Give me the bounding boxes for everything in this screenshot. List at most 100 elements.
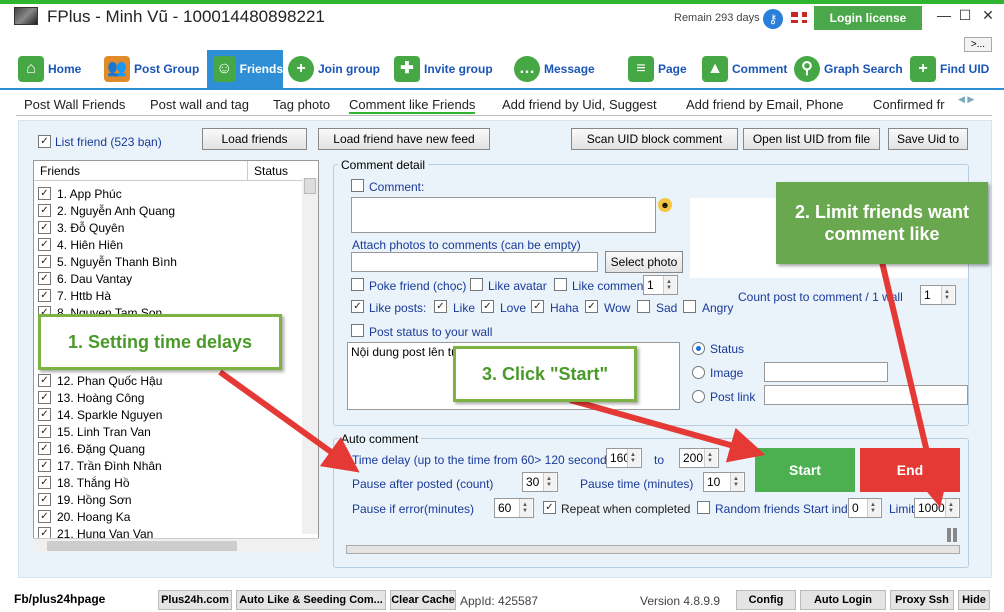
nav-find-uid[interactable]: + Find UID: [910, 50, 989, 88]
tab-comment-like-friends[interactable]: Comment like Friends: [349, 97, 476, 114]
nav-message[interactable]: … Message: [514, 50, 595, 88]
comment-checkbox[interactable]: [351, 179, 364, 192]
nav-friends[interactable]: ☺ Friends: [207, 50, 283, 88]
friend-checkbox[interactable]: ✓: [38, 391, 51, 404]
nav-graph-search[interactable]: ⚲ Graph Search: [794, 50, 903, 88]
tab-post-wall-friends[interactable]: Post Wall Friends: [24, 97, 125, 112]
count-post-spinner[interactable]: 1: [920, 285, 956, 305]
friend-checkbox[interactable]: ✓: [38, 272, 51, 285]
load-new-feed-button[interactable]: Load friend have new feed: [318, 128, 490, 150]
postlink-input[interactable]: [764, 385, 968, 405]
friend-checkbox[interactable]: ✓: [38, 255, 51, 268]
friend-row[interactable]: ✓ 18. Thắng Hồ: [38, 474, 130, 491]
col-friends-header[interactable]: Friends: [34, 161, 248, 181]
config-button[interactable]: Config: [736, 590, 796, 610]
like-avatar-checkbox[interactable]: [470, 278, 483, 291]
pause-time-spinner[interactable]: 10: [703, 472, 745, 492]
auto-login-button[interactable]: Auto Login: [800, 590, 886, 610]
maximize-button[interactable]: ☐: [955, 7, 975, 25]
save-uid-button[interactable]: Save Uid to: [888, 128, 968, 150]
reaction-haha-checkbox[interactable]: ✓: [531, 300, 544, 313]
delay-from-spinner[interactable]: 160: [606, 448, 642, 468]
friend-row[interactable]: ✓ 13. Hoàng Công: [38, 389, 144, 406]
nav-page[interactable]: ≡ Page: [628, 50, 687, 88]
post-status-checkbox[interactable]: [351, 324, 364, 337]
open-list-uid-button[interactable]: Open list UID from file: [743, 128, 880, 150]
nav-join-group[interactable]: + Join group: [288, 50, 380, 88]
friend-checkbox[interactable]: ✓: [38, 374, 51, 387]
load-friends-button[interactable]: Load friends: [202, 128, 307, 150]
tab-confirmed-friends[interactable]: Confirmed fr: [873, 97, 961, 112]
reaction-wow-checkbox[interactable]: ✓: [585, 300, 598, 313]
proxy-ssh-button[interactable]: Proxy Ssh: [890, 590, 954, 610]
friend-checkbox[interactable]: ✓: [38, 442, 51, 455]
friend-row[interactable]: ✓ 14. Sparkle Nguyen: [38, 406, 162, 423]
tab-scroll-arrows[interactable]: ◀ ▶: [958, 94, 990, 106]
like-comment-checkbox[interactable]: [554, 278, 567, 291]
pause-error-spinner[interactable]: 60: [494, 498, 534, 518]
friend-checkbox[interactable]: ✓: [38, 289, 51, 302]
nav-home[interactable]: ⌂ Home: [18, 50, 81, 88]
start-button[interactable]: Start: [755, 448, 855, 492]
tab-tag-photo[interactable]: Tag photo: [273, 97, 330, 112]
friend-row[interactable]: ✓ 5. Nguyễn Thanh Bình: [38, 253, 177, 270]
friends-vscroll[interactable]: [302, 178, 318, 534]
clear-cache-button[interactable]: Clear Cache: [390, 590, 456, 610]
reaction-angry-checkbox[interactable]: [683, 300, 696, 313]
select-photo-button[interactable]: Select photo: [605, 251, 683, 273]
tab-add-friend-uid[interactable]: Add friend by Uid, Suggest: [502, 97, 657, 112]
friend-checkbox[interactable]: ✓: [38, 221, 51, 234]
pause-after-spinner[interactable]: 30: [522, 472, 558, 492]
friend-checkbox[interactable]: ✓: [38, 425, 51, 438]
friend-row[interactable]: ✓ 15. Linh Tran Van: [38, 423, 151, 440]
repeat-checkbox[interactable]: ✓: [543, 501, 556, 514]
radio-postlink[interactable]: [692, 390, 705, 403]
scan-block-button[interactable]: Scan UID block comment: [571, 128, 738, 150]
friend-row[interactable]: ✓ 7. Httb Hà: [38, 287, 111, 304]
delay-to-spinner[interactable]: 200: [679, 448, 719, 468]
random-checkbox[interactable]: [697, 501, 710, 514]
reaction-love-checkbox[interactable]: ✓: [481, 300, 494, 313]
image-input[interactable]: [764, 362, 888, 382]
key-icon[interactable]: ⚷: [763, 9, 783, 29]
like-comment-spinner[interactable]: 1: [643, 275, 678, 295]
tab-post-wall-tag[interactable]: Post wall and tag: [150, 97, 249, 112]
poke-checkbox[interactable]: [351, 278, 364, 291]
friend-row[interactable]: ✓ 12. Phan Quốc Hậu: [38, 372, 162, 389]
limit-spinner[interactable]: 1000: [914, 498, 960, 518]
nav-post-group[interactable]: 👥 Post Group: [104, 50, 199, 88]
close-button[interactable]: ✕: [978, 7, 998, 25]
friend-checkbox[interactable]: ✓: [38, 493, 51, 506]
friend-checkbox[interactable]: ✓: [38, 510, 51, 523]
friend-row[interactable]: ✓ 16. Đặng Quang: [38, 440, 145, 457]
attach-path-input[interactable]: [351, 252, 598, 272]
plus24h-link[interactable]: Plus24h.com: [158, 590, 232, 610]
login-license-button[interactable]: Login license: [814, 6, 922, 30]
friend-checkbox[interactable]: ✓: [38, 459, 51, 472]
friend-checkbox[interactable]: ✓: [38, 187, 51, 200]
reaction-sad-checkbox[interactable]: [637, 300, 650, 313]
friend-checkbox[interactable]: ✓: [38, 408, 51, 421]
minimize-button[interactable]: —: [934, 7, 954, 25]
friend-row[interactable]: ✓ 6. Dau Vantay: [38, 270, 132, 287]
hide-button[interactable]: Hide: [958, 590, 990, 610]
friend-row[interactable]: ✓ 1. App Phúc: [38, 185, 122, 202]
friend-checkbox[interactable]: ✓: [38, 238, 51, 251]
emoji-icon[interactable]: ☻: [658, 198, 672, 212]
flag-icon[interactable]: [790, 11, 809, 25]
friend-row[interactable]: ✓ 19. Hồng Sơn: [38, 491, 132, 508]
friend-checkbox[interactable]: ✓: [38, 204, 51, 217]
friend-row[interactable]: ✓ 4. Hiên Hiên: [38, 236, 123, 253]
like-posts-checkbox[interactable]: ✓: [351, 300, 364, 313]
auto-like-link[interactable]: Auto Like & Seeding Com...: [236, 590, 386, 610]
friend-row[interactable]: ✓ 20. Hoang Ka: [38, 508, 130, 525]
radio-status[interactable]: [692, 342, 705, 355]
friends-hscroll[interactable]: [33, 538, 319, 552]
nav-invite-group[interactable]: ✚ Invite group: [394, 50, 493, 88]
nav-comment[interactable]: ▲ Comment: [702, 50, 787, 88]
friend-row[interactable]: ✓ 17. Trần Đình Nhân: [38, 457, 162, 474]
pause-icon[interactable]: [945, 528, 959, 542]
list-friend-checkbox[interactable]: ✓: [38, 135, 51, 148]
start-index-spinner[interactable]: 0: [848, 498, 882, 518]
end-button[interactable]: End: [860, 448, 960, 492]
